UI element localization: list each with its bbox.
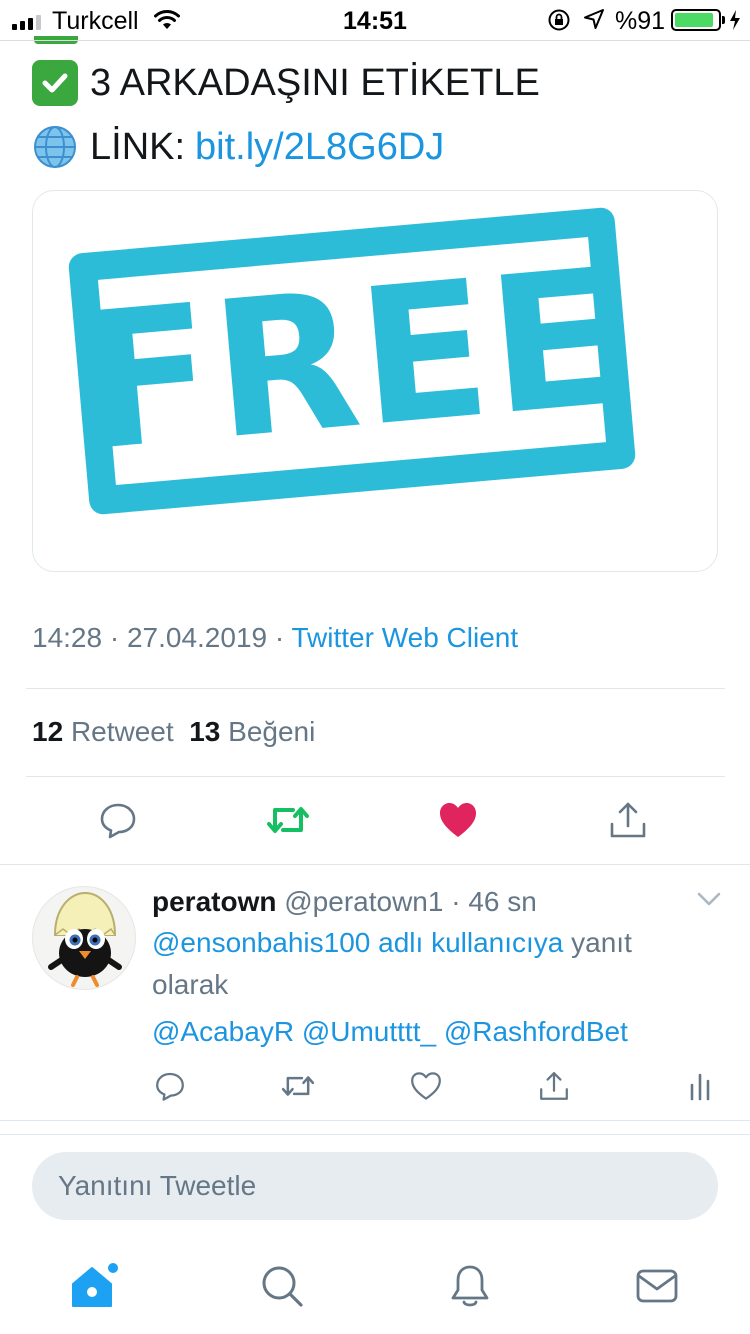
reply-compose-field[interactable]: Yanıtını Tweetle <box>32 1152 718 1220</box>
like-button[interactable] <box>428 790 488 850</box>
analytics-icon <box>690 1073 710 1101</box>
share-icon <box>540 1072 568 1100</box>
messages-icon <box>636 1269 678 1303</box>
divider <box>0 864 750 865</box>
heart-outline-icon <box>411 1072 441 1100</box>
chevron-down-icon[interactable] <box>696 890 722 908</box>
check-mark-icon <box>32 60 78 106</box>
retweet-icon <box>281 1076 315 1096</box>
like-label[interactable]: Beğeni <box>228 716 315 747</box>
home-icon <box>72 1263 118 1307</box>
divider <box>0 1120 750 1121</box>
reply-time: 46 sn <box>468 886 537 917</box>
link-label: LİNK: <box>90 125 186 168</box>
reply-separator: · <box>443 886 469 917</box>
status-bar: Turkcell 14:51 %91 <box>0 0 750 40</box>
tweet-line-1-text: 3 ARKADAŞINI ETİKETLE <box>90 61 540 104</box>
tweet-client[interactable]: Twitter Web Client <box>291 622 518 653</box>
battery-nub <box>722 16 725 24</box>
reply-context: @ensonbahis100 adlı kullanıcıya yanıt ol… <box>152 922 692 1006</box>
tab-notifications[interactable] <box>440 1260 500 1312</box>
search-icon <box>262 1266 303 1307</box>
reply-mentions[interactable]: @AcabayR @Umutttt_ @RashfordBet <box>152 1016 628 1048</box>
heart-icon <box>440 803 476 837</box>
chick-cartoon-avatar-icon <box>48 891 122 987</box>
retweet-button[interactable] <box>258 790 318 850</box>
reply-analytics-button[interactable] <box>680 1066 720 1106</box>
battery-percent: %91 <box>615 7 666 35</box>
share-icon <box>610 802 646 838</box>
divider <box>26 776 725 777</box>
reply-like-button[interactable] <box>406 1066 446 1106</box>
battery-icon <box>671 9 721 31</box>
tweet-line-1: 3 ARKADAŞINI ETİKETLE <box>32 60 540 106</box>
reply-button[interactable] <box>88 790 148 850</box>
tweet-line-2: LİNK: bit.ly/2L8G6DJ <box>32 124 444 170</box>
avatar[interactable] <box>32 886 136 990</box>
location-arrow-icon <box>584 9 604 29</box>
reply-author-handle[interactable]: @peratown1 <box>284 886 443 917</box>
divider <box>26 688 725 689</box>
charging-bolt-icon <box>730 10 740 30</box>
retweet-count[interactable]: 12 <box>32 716 63 747</box>
reply-icon <box>156 1072 184 1101</box>
tweet-link[interactable]: bit.ly/2L8G6DJ <box>195 126 444 169</box>
reply-author-name[interactable]: peratown <box>152 886 276 917</box>
divider <box>0 1134 750 1135</box>
reply-icon <box>100 803 136 839</box>
tab-search[interactable] <box>252 1260 312 1312</box>
share-button[interactable] <box>598 790 658 850</box>
reply-context-mention[interactable]: @ensonbahis100 adlı kullanıcıya <box>152 927 563 958</box>
tab-home[interactable] <box>64 1260 124 1312</box>
reply-retweet-button[interactable] <box>278 1066 318 1106</box>
reply-share-button[interactable] <box>534 1066 574 1106</box>
tweet-timestamp: 14:28 · 27.04.2019 · <box>32 622 292 653</box>
reply-header: peratown @peratown1 · 46 sn <box>152 886 537 918</box>
retweet-icon <box>267 807 309 833</box>
free-stamp-image: FREE <box>67 206 637 516</box>
notifications-icon <box>451 1265 489 1307</box>
reply-compose-placeholder: Yanıtını Tweetle <box>58 1170 257 1201</box>
like-count[interactable]: 13 <box>189 716 220 747</box>
retweet-label[interactable]: Retweet <box>71 716 174 747</box>
reply-reply-button[interactable] <box>150 1066 190 1106</box>
rotation-lock-icon <box>548 9 570 31</box>
tab-messages[interactable] <box>627 1260 687 1312</box>
tweet-meta: 14:28 · 27.04.2019 · Twitter Web Client <box>32 622 518 654</box>
globe-icon <box>34 126 76 168</box>
tweet-stats: 12 Retweet 13 Beğeni <box>32 716 315 748</box>
status-divider <box>0 40 750 41</box>
stamp-text: FREE <box>74 227 630 494</box>
